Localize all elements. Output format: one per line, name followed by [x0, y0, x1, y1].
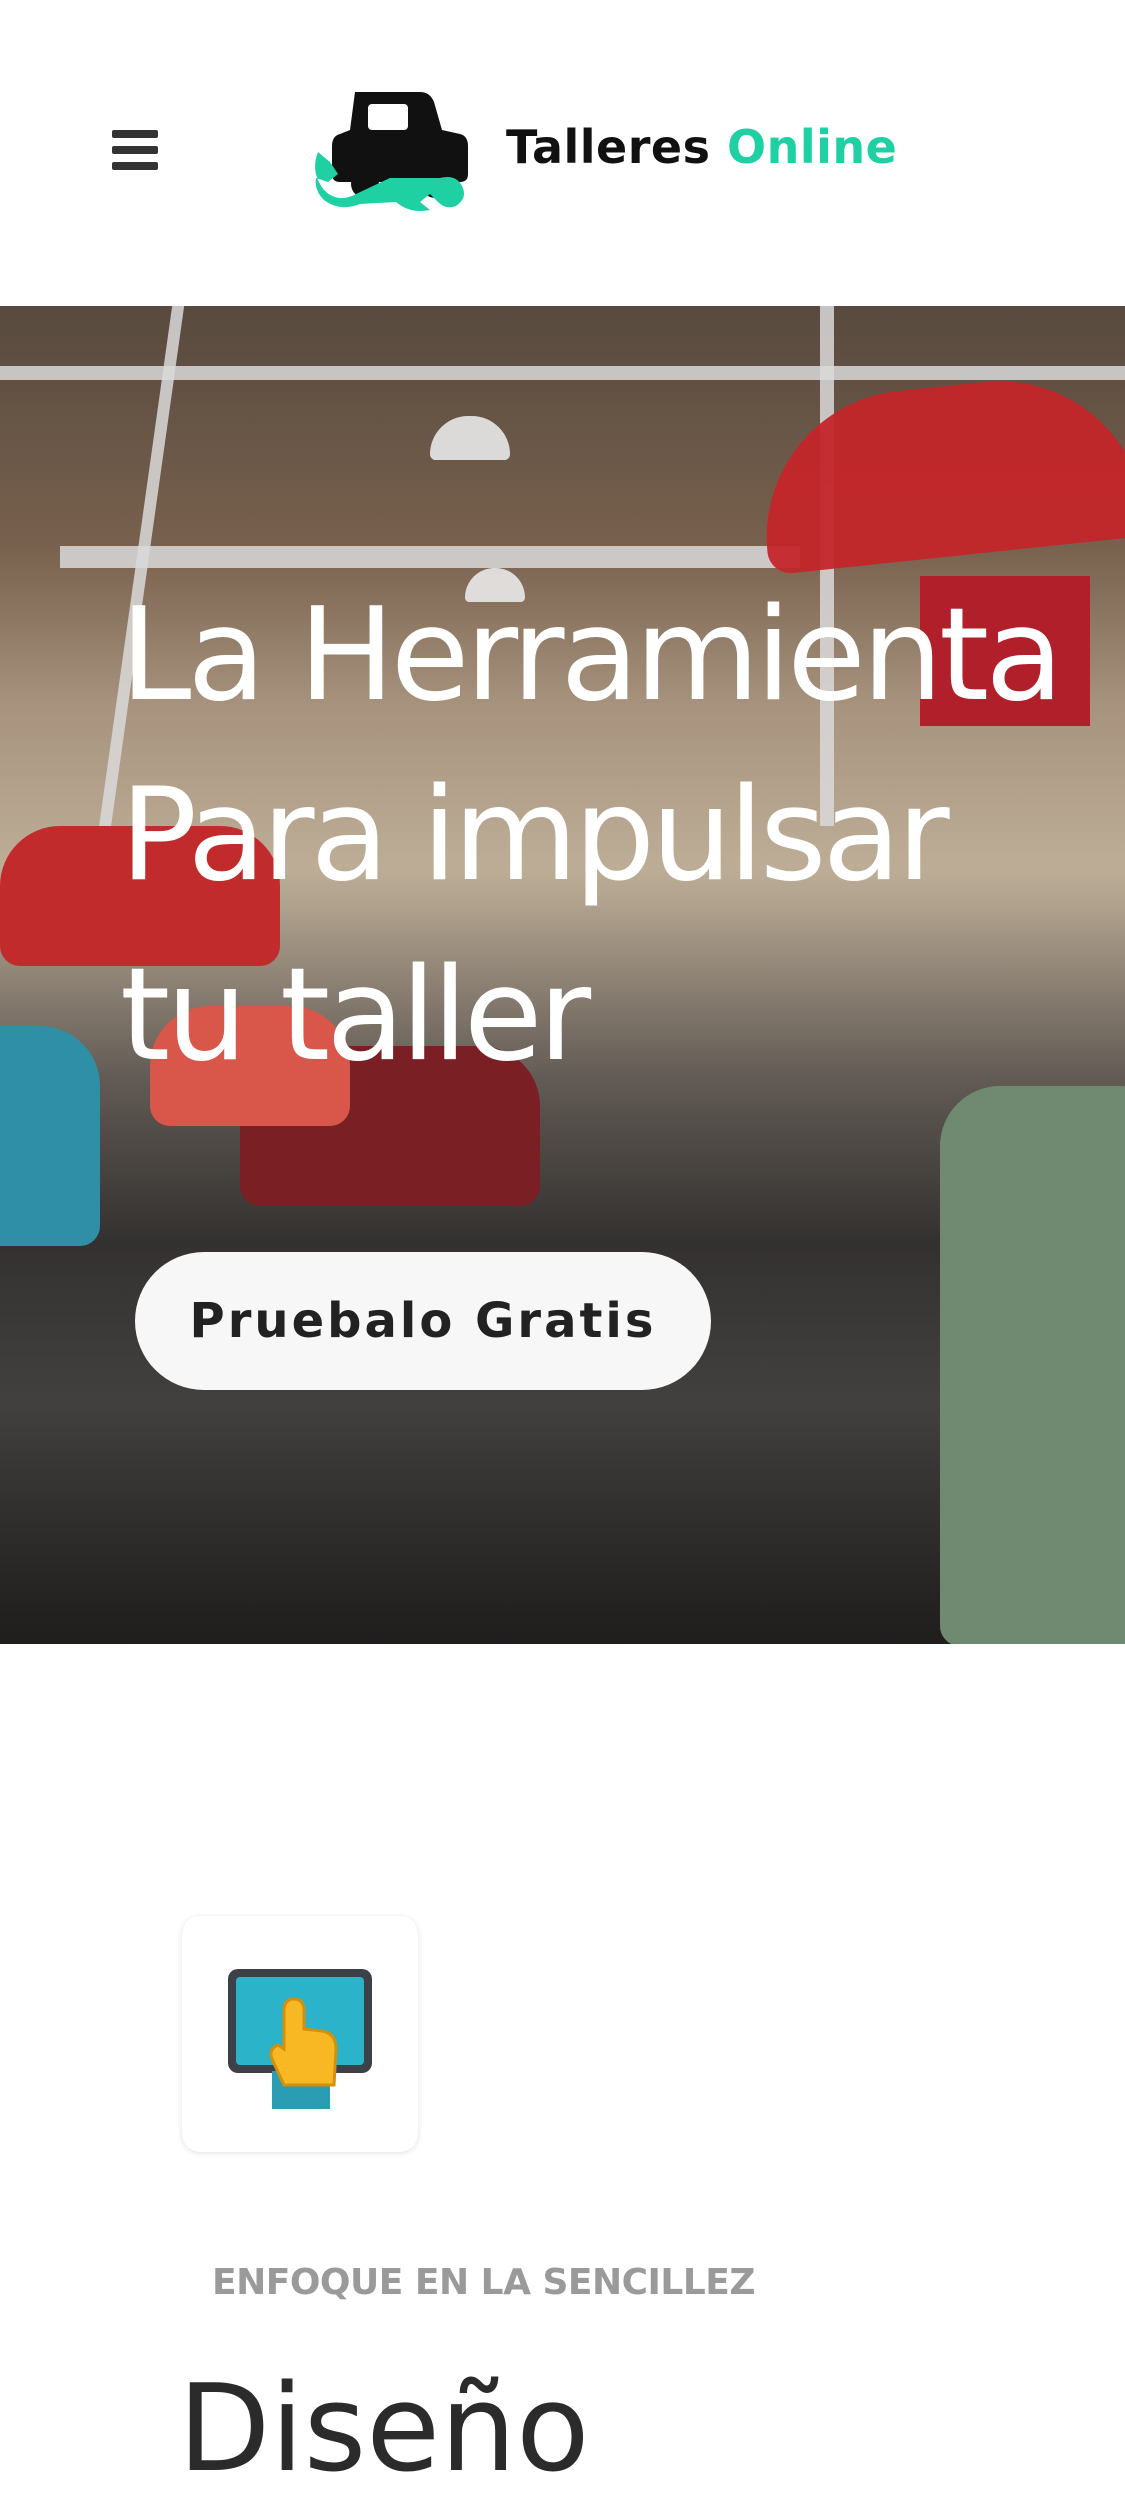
hero-title: La Herramienta Para impulsar tu taller [120, 566, 1100, 1106]
car-wrench-icon [315, 92, 468, 211]
hero-title-line-2: Para impulsar [120, 761, 950, 910]
feature-kicker: ENFOQUE EN LA SENCILLEZ [212, 2262, 756, 2303]
hamburger-menu-icon[interactable] [112, 130, 158, 170]
hero-section: La Herramienta Para impulsar tu taller P… [0, 306, 1125, 1644]
feature-icon-card [182, 1916, 418, 2152]
brand-word-1: Talleres [506, 120, 711, 174]
feature-title: Diseño [178, 2360, 590, 2499]
brand-name: Talleres Online [506, 120, 897, 174]
brand-logo[interactable]: Talleres Online [310, 82, 897, 212]
hero-title-line-1: La Herramienta [120, 581, 1064, 730]
try-free-button[interactable]: Pruebalo Gratis [135, 1252, 711, 1390]
tablet-touch-icon [228, 1969, 372, 2109]
site-header: Talleres Online [0, 0, 1125, 306]
brand-word-2: Online [727, 120, 898, 174]
hero-title-line-3: tu taller [120, 941, 591, 1090]
